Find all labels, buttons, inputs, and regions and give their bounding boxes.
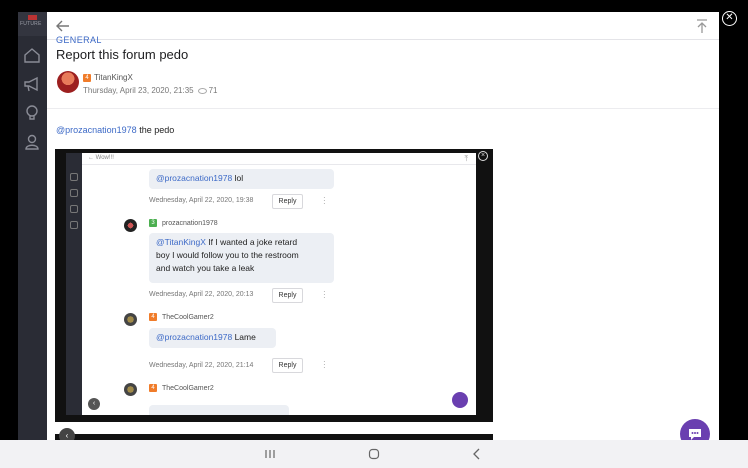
message-text: lol: [232, 173, 244, 183]
message-date: Wednesday, April 22, 2020, 20:13: [149, 291, 254, 298]
message-user: prozacnation1978: [162, 220, 218, 227]
message-avatar: [124, 313, 137, 326]
screenshot-chat-icon: [452, 392, 468, 408]
reply-button: Reply: [272, 358, 303, 373]
app-logo[interactable]: FUTURE: [18, 12, 47, 36]
message-date: Wednesday, April 22, 2020, 19:38: [149, 197, 254, 204]
view-count: 71: [208, 86, 218, 95]
sidebar: FUTURE: [18, 12, 47, 440]
author-avatar[interactable]: [57, 71, 79, 93]
screenshot-up-icon: ⤒: [464, 154, 468, 163]
author-rank-badge: 4: [83, 74, 91, 82]
reply-button: Reply: [272, 288, 303, 303]
back-arrow-icon[interactable]: [55, 18, 71, 34]
screenshot-back-label: ← Wow!!!: [88, 155, 114, 161]
divider: [47, 108, 719, 109]
post-meta: Thursday, April 23, 2020, 21:35 71: [83, 86, 218, 95]
message-user: TheCoolGamer2: [162, 385, 214, 392]
more-options-icon: · · ·: [323, 357, 326, 372]
screen: FUTURE GENERAL Report this forum pedo 4 …: [0, 0, 748, 468]
chat-bubble-icon: [689, 429, 701, 440]
screenshot-topbar: ← Wow!!! ⤒: [82, 153, 476, 165]
message-user: TheCoolGamer2: [162, 314, 214, 321]
post-category[interactable]: GENERAL: [56, 35, 102, 45]
post-date: Thursday, April 23, 2020, 21:35: [83, 86, 194, 95]
message-bubble: @prozacnation1978 lol: [149, 169, 334, 189]
recents-icon[interactable]: [263, 447, 277, 461]
eye-icon: [197, 87, 207, 94]
rank-badge: 3: [149, 219, 157, 227]
back-chevron-icon[interactable]: [470, 447, 484, 461]
rank-badge: 4: [149, 384, 157, 392]
rank-badge: 4: [149, 313, 157, 321]
message-avatar: [124, 219, 137, 232]
more-options-icon: · · ·: [323, 287, 326, 302]
message-avatar: [124, 383, 137, 396]
message-text: Lame: [232, 332, 256, 342]
carousel-prev-icon[interactable]: ‹: [59, 428, 75, 440]
main-panel: GENERAL Report this forum pedo 4 TitanKi…: [47, 12, 719, 440]
system-nav-bar: [0, 440, 748, 468]
message-mention: @prozacnation1978: [156, 173, 233, 183]
post-text: the pedo: [136, 125, 175, 135]
screenshot-sidebar: [66, 153, 82, 415]
message-bubble: @TitanKingX If I wanted a joke retard bo…: [149, 233, 334, 283]
message-text: boy I would follow you to the restroom: [156, 250, 299, 260]
message-bubble: [149, 405, 289, 415]
author-name[interactable]: TitanKingX: [94, 73, 133, 82]
post-mention[interactable]: @prozacnation1978: [56, 125, 137, 135]
message-mention: @TitanKingX: [156, 237, 206, 247]
message-mention: @prozacnation1978: [156, 332, 233, 342]
screenshot-left-icon: ‹: [88, 398, 100, 410]
message-bubble: @prozacnation1978 Lame: [149, 328, 276, 348]
screenshot-close-icon: ×: [478, 151, 488, 161]
embedded-screenshot[interactable]: ← Wow!!! ⤒ @prozacnation1978 lol Wednesd…: [55, 149, 493, 422]
home-circle-icon[interactable]: [367, 447, 381, 461]
page-title: Report this forum pedo: [56, 47, 189, 62]
more-options-icon: · · ·: [323, 193, 326, 208]
reply-button: Reply: [272, 194, 303, 209]
top-bar: [47, 12, 719, 40]
close-icon[interactable]: ✕: [722, 11, 737, 26]
message-date: Wednesday, April 22, 2020, 21:14: [149, 362, 254, 369]
home-icon[interactable]: [23, 46, 41, 64]
chat-button[interactable]: [680, 419, 710, 440]
message-text: If I wanted a joke retard: [205, 237, 298, 247]
megaphone-icon[interactable]: [23, 75, 41, 93]
scroll-to-top-icon[interactable]: [695, 18, 709, 34]
screenshot-content: ← Wow!!! ⤒ @prozacnation1978 lol Wednesd…: [66, 153, 476, 415]
user-icon[interactable]: [23, 133, 41, 151]
screenshot-thread: ← Wow!!! ⤒ @prozacnation1978 lol Wednesd…: [82, 153, 476, 415]
logo-text: FUTURE: [20, 21, 42, 27]
message-text: and watch you take a leak: [156, 263, 255, 273]
lightbulb-icon[interactable]: [23, 104, 41, 122]
post-body: @prozacnation1978 the pedo: [56, 125, 174, 135]
